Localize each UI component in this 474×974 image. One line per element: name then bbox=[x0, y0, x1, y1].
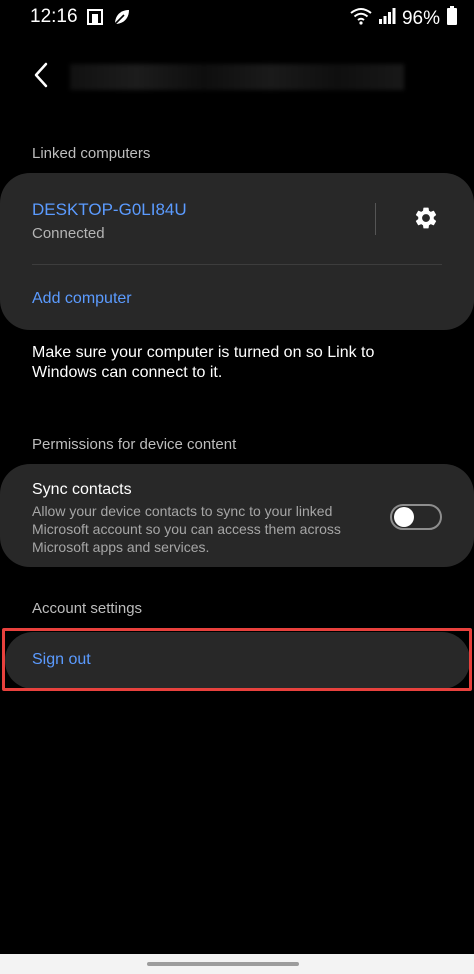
add-computer-button[interactable]: Add computer bbox=[32, 290, 132, 308]
gear-icon bbox=[413, 205, 439, 236]
home-indicator[interactable] bbox=[147, 962, 299, 966]
sync-contacts-toggle[interactable] bbox=[390, 504, 442, 530]
linked-computers-label: Linked computers bbox=[32, 145, 151, 162]
notification-icon bbox=[86, 7, 104, 33]
sync-contacts-title: Sync contacts bbox=[32, 481, 132, 498]
battery-percentage: 96% bbox=[401, 8, 440, 29]
divider bbox=[32, 264, 442, 265]
leaf-icon bbox=[112, 7, 132, 33]
status-bar: 12:16 96% bbox=[0, 0, 474, 34]
highlight-box bbox=[2, 628, 472, 691]
computer-settings-button[interactable] bbox=[409, 203, 443, 237]
navigation-bar bbox=[0, 954, 474, 974]
sync-contacts-description: Allow your device contacts to sync to yo… bbox=[32, 503, 341, 555]
sync-contacts-row[interactable]: Sync contacts Allow your device contacts… bbox=[0, 464, 474, 567]
status-time: 12:16 bbox=[30, 6, 78, 27]
linked-computers-card: DESKTOP-G0LI84U Connected Add computer bbox=[0, 173, 474, 330]
back-arrow-icon bbox=[32, 61, 50, 94]
computer-status: Connected bbox=[32, 225, 105, 242]
account-settings-label: Account settings bbox=[32, 600, 143, 617]
signal-icon bbox=[378, 7, 396, 31]
divider bbox=[375, 203, 376, 235]
permissions-label: Permissions for device content bbox=[32, 436, 237, 453]
wifi-icon bbox=[350, 7, 372, 31]
info-text: Make sure your computer is turned on so … bbox=[32, 344, 375, 381]
back-button[interactable] bbox=[26, 60, 56, 94]
computer-name-link[interactable]: DESKTOP-G0LI84U bbox=[32, 200, 187, 220]
toggle-knob bbox=[394, 507, 414, 527]
redacted-title bbox=[70, 64, 404, 90]
battery-icon bbox=[446, 6, 458, 32]
